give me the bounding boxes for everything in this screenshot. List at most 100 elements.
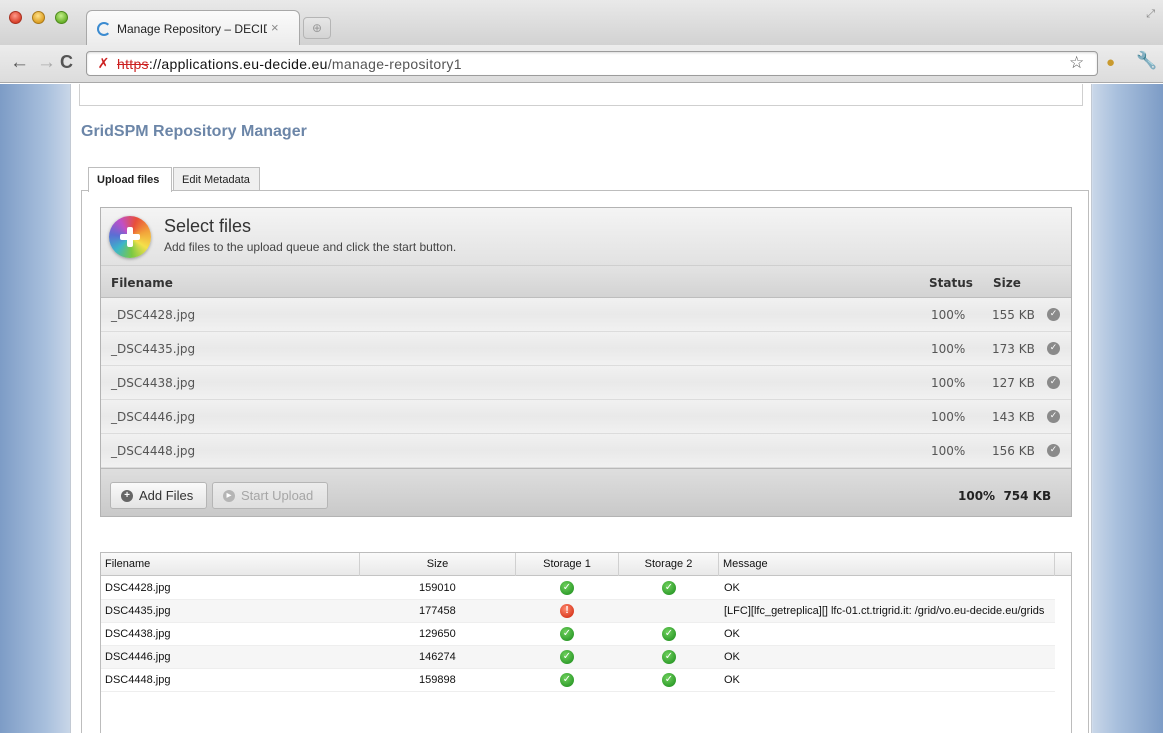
row-size: 129650 (419, 628, 456, 640)
tab-close-icon[interactable]: × (271, 20, 279, 35)
browser-toolbar: ← → C ✗ https://applications.eu-decide.e… (0, 45, 1163, 83)
address-bar[interactable]: ✗ https://applications.eu-decide.eu/mana… (86, 51, 1098, 76)
grid-column-filename[interactable]: Filename (101, 553, 360, 576)
check-icon: ✓ (1047, 444, 1060, 457)
upload-queue-row: _DSC4428.jpg 100% 155 KB ✓ (101, 298, 1071, 332)
row-size: 146274 (419, 651, 456, 663)
results-grid-header: Filename Size Storage 1 Storage 2 Messag… (101, 553, 1071, 576)
extension-icon[interactable]: ● (1106, 54, 1115, 71)
browser-tab-title: Manage Repository – DECIDE (117, 22, 267, 36)
url-path: /manage-repository1 (327, 56, 462, 72)
uploader-header: Select files Add files to the upload que… (101, 208, 1071, 266)
new-tab-button[interactable]: ⊕ (303, 17, 331, 39)
column-status: Status (929, 276, 973, 290)
row-message: OK (724, 674, 740, 686)
queued-filename: _DSC4438.jpg (111, 376, 196, 390)
queued-size: 143 KB (992, 410, 1035, 424)
check-circle-icon: ✓ (662, 581, 676, 595)
row-filename: DSC4435.jpg (105, 605, 171, 617)
url-text[interactable]: https://applications.eu-decide.eu/manage… (117, 56, 462, 72)
upload-queue-header: Filename Status Size (101, 266, 1071, 298)
fullscreen-icon[interactable]: ⤢ (1146, 8, 1155, 21)
column-filename: Filename (111, 276, 173, 290)
tab-edit-metadata[interactable]: Edit Metadata (173, 167, 260, 191)
table-row[interactable]: DSC4435.jpg 177458 ! [LFC][lfc_getreplic… (101, 600, 1055, 623)
check-circle-icon: ✓ (560, 673, 574, 687)
grid-column-message[interactable]: Message (719, 553, 1055, 576)
queued-filename: _DSC4446.jpg (111, 410, 196, 424)
row-size: 159010 (419, 582, 456, 594)
grid-column-storage2[interactable]: Storage 2 (619, 553, 719, 576)
upload-queue: _DSC4428.jpg 100% 155 KB ✓ _DSC4435.jpg … (101, 298, 1071, 468)
bookmark-star-icon[interactable]: ☆ (1069, 53, 1084, 73)
row-size: 159898 (419, 674, 456, 686)
check-icon: ✓ (1047, 308, 1060, 321)
grid-column-storage1[interactable]: Storage 1 (516, 553, 619, 576)
row-filename: DSC4446.jpg (105, 651, 171, 663)
plus-icon: + (121, 490, 133, 502)
table-row[interactable]: DSC4438.jpg 129650 ✓ ✓ OK (101, 623, 1055, 646)
column-size: Size (993, 276, 1021, 290)
queued-size: 156 KB (992, 444, 1035, 458)
page-content: GridSPM Repository Manager Upload files … (70, 84, 1092, 733)
queued-status: 100% (931, 444, 966, 458)
reload-icon[interactable]: C (60, 52, 73, 73)
queued-status: 100% (931, 342, 966, 356)
wrench-icon[interactable]: 🔧 (1136, 51, 1157, 71)
zoom-window-button[interactable] (55, 11, 68, 24)
close-window-button[interactable] (9, 11, 22, 24)
table-row[interactable]: DSC4446.jpg 146274 ✓ ✓ OK (101, 646, 1055, 669)
uploader-title: Select files (164, 216, 252, 236)
queued-filename: _DSC4428.jpg (111, 308, 196, 322)
uploader-subtitle: Add files to the upload queue and click … (164, 240, 457, 254)
upload-queue-row: _DSC4435.jpg 100% 173 KB ✓ (101, 332, 1071, 366)
results-grid-body: DSC4428.jpg 159010 ✓ ✓ OK DSC4435.jpg 17… (101, 577, 1055, 692)
minimize-window-button[interactable] (32, 11, 45, 24)
queued-status: 100% (931, 376, 966, 390)
table-row[interactable]: DSC4448.jpg 159898 ✓ ✓ OK (101, 669, 1055, 692)
total-size: 754 KB (1003, 489, 1052, 503)
check-circle-icon: ✓ (662, 650, 676, 664)
queued-size: 155 KB (992, 308, 1035, 322)
back-arrow-icon[interactable]: ← (10, 52, 29, 74)
upload-queue-row: _DSC4438.jpg 100% 127 KB ✓ (101, 366, 1071, 400)
page-viewport: GridSPM Repository Manager Upload files … (0, 84, 1163, 733)
page-title: GridSPM Repository Manager (81, 123, 307, 140)
tab-upload-files[interactable]: Upload files (88, 167, 172, 192)
insecure-lock-icon[interactable]: ✗ (96, 56, 111, 71)
queued-filename: _DSC4448.jpg (111, 444, 196, 458)
row-filename: DSC4448.jpg (105, 674, 171, 686)
queued-size: 127 KB (992, 376, 1035, 390)
file-uploader: Select files Add files to the upload que… (100, 207, 1072, 517)
grid-column-size[interactable]: Size (360, 553, 516, 576)
uploader-footer: + Add Files ▸ Start Upload 100% 754 KB (101, 468, 1071, 516)
row-message: [LFC][lfc_getreplica][] lfc-01.ct.trigri… (724, 605, 1045, 617)
row-message: OK (724, 651, 740, 663)
table-row[interactable]: DSC4428.jpg 159010 ✓ ✓ OK (101, 577, 1055, 600)
check-icon: ✓ (1047, 342, 1060, 355)
add-files-button[interactable]: + Add Files (110, 482, 207, 509)
start-upload-button[interactable]: ▸ Start Upload (212, 482, 328, 509)
loading-favicon-icon (97, 22, 111, 36)
forward-arrow-icon[interactable]: → (37, 52, 56, 74)
browser-titlebar: Manage Repository – DECIDE × ⊕ ⤢ (0, 0, 1163, 45)
play-icon: ▸ (223, 490, 235, 502)
total-percent: 100% (958, 489, 996, 503)
exclamation-circle-icon: ! (560, 604, 574, 618)
upload-total: 100% 754 KB (958, 489, 1051, 503)
tab-panel: Select files Add files to the upload que… (81, 190, 1089, 733)
queued-filename: _DSC4435.jpg (111, 342, 196, 356)
browser-tab[interactable]: Manage Repository – DECIDE × (86, 10, 300, 45)
check-circle-icon: ✓ (560, 581, 574, 595)
queued-status: 100% (931, 308, 966, 322)
url-scheme: https (117, 56, 149, 72)
check-circle-icon: ✓ (560, 627, 574, 641)
start-upload-label: Start Upload (241, 488, 314, 503)
upload-queue-row: _DSC4448.jpg 100% 156 KB ✓ (101, 434, 1071, 468)
row-filename: DSC4428.jpg (105, 582, 171, 594)
row-message: OK (724, 628, 740, 640)
upload-queue-row: _DSC4446.jpg 100% 143 KB ✓ (101, 400, 1071, 434)
header-box (79, 84, 1083, 106)
row-size: 177458 (419, 605, 456, 617)
add-files-icon[interactable] (109, 216, 151, 258)
